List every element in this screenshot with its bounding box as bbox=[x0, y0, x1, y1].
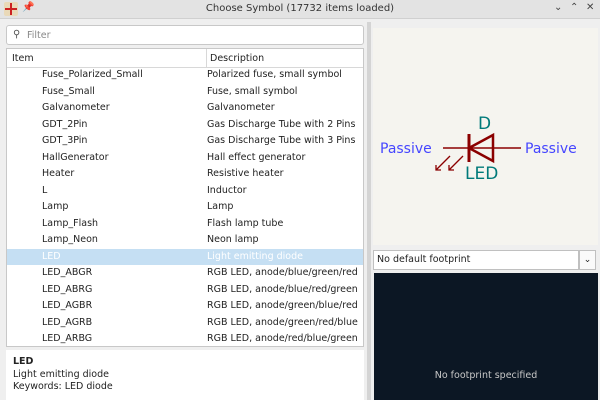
pin-type-right: Passive bbox=[525, 141, 577, 157]
item-name: Lamp bbox=[42, 201, 69, 212]
maximize-icon[interactable]: ⌃ bbox=[570, 2, 578, 13]
close-icon[interactable]: ✕ bbox=[586, 2, 594, 13]
symbol-reference: D bbox=[478, 114, 491, 134]
table-row[interactable]: LED_ABRG RGB LED, anode/blue/red/green bbox=[7, 282, 363, 299]
table-row[interactable]: Lamp_Flash Flash lamp tube bbox=[7, 216, 363, 233]
light-arrows-icon bbox=[435, 155, 464, 171]
item-name: LED bbox=[42, 250, 61, 262]
led-symbol: D LED Passive Passive bbox=[380, 114, 577, 184]
table-row[interactable]: Galvanometer Galvanometer bbox=[7, 100, 363, 117]
item-name: LED_AGRB bbox=[42, 316, 93, 328]
footprint-message: No footprint specified bbox=[434, 370, 538, 381]
title-bar: 📌 Choose Symbol (17732 items loaded) ⌄ ⌃… bbox=[0, 0, 600, 19]
table-body: Fuse_Polarized_Small Polarized fuse, smal… bbox=[7, 67, 363, 346]
item-description: Flash lamp tube bbox=[207, 217, 284, 229]
item-description: Polarized fuse, small symbol bbox=[207, 69, 342, 80]
panel-splitter[interactable] bbox=[367, 22, 371, 400]
item-name: Lamp_Flash bbox=[42, 217, 99, 229]
item-description: Lamp bbox=[207, 201, 234, 212]
item-description: Fuse, small symbol bbox=[207, 85, 298, 97]
item-description: Neon lamp bbox=[207, 234, 259, 245]
column-header-description[interactable]: Description bbox=[210, 53, 264, 64]
item-description: Gas Discharge Tube with 3 Pins bbox=[207, 135, 356, 146]
table-header: Item Description bbox=[7, 49, 363, 68]
item-name: LED_ARBG bbox=[42, 333, 93, 344]
table-row[interactable]: LED_ARBG RGB LED, anode/red/blue/green bbox=[7, 331, 363, 346]
details-name: LED bbox=[13, 356, 34, 367]
item-description: RGB LED, anode/green/red/blue bbox=[207, 316, 358, 328]
footprint-preview: No footprint specified bbox=[374, 273, 598, 400]
table-row[interactable]: LED Light emitting diode bbox=[7, 248, 363, 265]
item-name: GDT_2Pin bbox=[42, 118, 88, 130]
table-row[interactable]: Heater Resistive heater bbox=[7, 166, 363, 183]
table-row[interactable]: Fuse_Polarized_Small Polarized fuse, smal… bbox=[7, 67, 363, 84]
symbol-details: LED Light emitting diode Keywords: LED d… bbox=[6, 350, 364, 400]
item-name: HallGenerator bbox=[42, 151, 109, 163]
item-description: RGB LED, anode/blue/red/green bbox=[207, 283, 358, 295]
item-name: Heater bbox=[42, 168, 75, 179]
item-name: Fuse_Polarized_Small bbox=[42, 69, 143, 80]
table-row[interactable]: L Inductor bbox=[7, 183, 363, 200]
table-row[interactable]: LED_AGBR RGB LED, anode/green/blue/red bbox=[7, 298, 363, 315]
filter-field[interactable]: ⚲ bbox=[6, 25, 364, 45]
filter-input[interactable] bbox=[27, 28, 357, 43]
minimize-icon[interactable]: ⌄ bbox=[554, 2, 562, 13]
item-description: RGB LED, anode/red/blue/green bbox=[207, 333, 358, 344]
item-name: LED_AGBR bbox=[42, 300, 93, 311]
details-keywords: Keywords: LED diode bbox=[13, 381, 113, 392]
pin-type-left: Passive bbox=[380, 141, 432, 157]
item-name: L bbox=[42, 184, 48, 196]
search-icon: ⚲ bbox=[13, 29, 21, 40]
details-description: Light emitting diode bbox=[13, 368, 109, 380]
table-row[interactable]: Fuse_Small Fuse, small symbol bbox=[7, 84, 363, 101]
item-name: LED_ABGR bbox=[42, 267, 93, 278]
column-divider[interactable] bbox=[206, 49, 207, 68]
symbol-preview: D LED Passive Passive bbox=[373, 28, 598, 245]
item-name: Galvanometer bbox=[42, 102, 110, 113]
item-description: Inductor bbox=[207, 184, 247, 196]
footprint-select[interactable]: No default footprint bbox=[373, 250, 579, 270]
symbol-value: LED bbox=[465, 164, 498, 184]
column-header-item[interactable]: Item bbox=[12, 53, 34, 64]
table-row[interactable]: LED_ABGR RGB LED, anode/blue/green/red bbox=[7, 265, 363, 282]
item-description: Hall effect generator bbox=[207, 151, 306, 163]
item-description: RGB LED, anode/green/blue/red bbox=[207, 300, 358, 311]
table-row[interactable]: Lamp Lamp bbox=[7, 199, 363, 216]
table-row[interactable]: GDT_3Pin Gas Discharge Tube with 3 Pins bbox=[7, 133, 363, 150]
item-description: Light emitting diode bbox=[207, 250, 303, 262]
item-name: Fuse_Small bbox=[42, 85, 95, 97]
window-title: Choose Symbol (17732 items loaded) bbox=[205, 3, 395, 14]
table-row[interactable]: HallGenerator Hall effect generator bbox=[7, 150, 363, 167]
chevron-down-icon[interactable]: ⌄ bbox=[579, 250, 596, 270]
item-name: Lamp_Neon bbox=[42, 234, 98, 245]
item-description: Resistive heater bbox=[207, 168, 284, 179]
item-description: RGB LED, anode/blue/green/red bbox=[207, 267, 358, 278]
item-description: Gas Discharge Tube with 2 Pins bbox=[207, 118, 356, 130]
table-row[interactable]: LED_AGRB RGB LED, anode/green/red/blue bbox=[7, 315, 363, 332]
table-row[interactable]: Lamp_Neon Neon lamp bbox=[7, 232, 363, 249]
item-description: Galvanometer bbox=[207, 102, 275, 113]
item-name: LED_ABRG bbox=[42, 283, 93, 295]
item-name: GDT_3Pin bbox=[42, 135, 88, 146]
table-row[interactable]: GDT_2Pin Gas Discharge Tube with 2 Pins bbox=[7, 117, 363, 134]
symbol-table[interactable]: Item Description Fuse_Polarized_Small Pol… bbox=[6, 48, 364, 347]
